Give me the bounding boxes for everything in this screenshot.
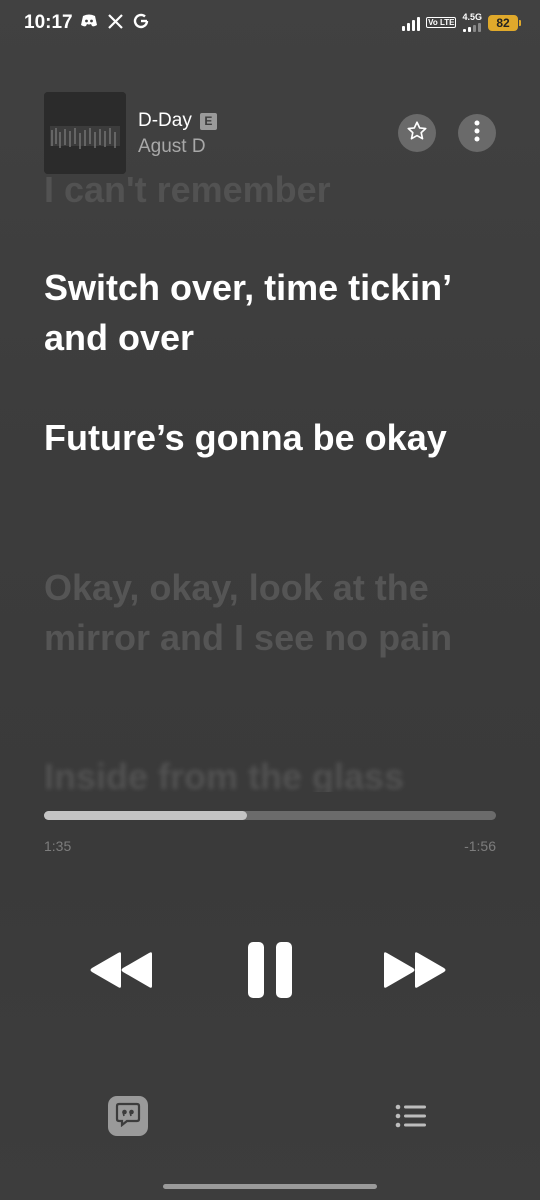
network-type: 4.5G — [462, 12, 482, 22]
google-icon — [133, 13, 149, 34]
list-icon — [394, 1104, 428, 1135]
more-options-button[interactable] — [458, 114, 496, 152]
volte-badge: Vo LTE — [426, 17, 457, 28]
status-bar: 10:17 Vo LTE 4.5G 82 — [0, 0, 540, 48]
explicit-badge: E — [199, 112, 217, 130]
album-artwork[interactable] — [44, 92, 126, 174]
lyric-upcoming[interactable]: Okay, okay, look at the mirror and I see… — [44, 563, 484, 663]
lyric-line: Okay, okay, look at the mirror and I see… — [44, 567, 453, 658]
more-vertical-icon — [474, 120, 480, 147]
notification-icons — [80, 13, 149, 34]
progress-bar[interactable] — [44, 811, 496, 820]
favorite-button[interactable] — [398, 114, 436, 152]
song-title: D-Day — [138, 110, 192, 131]
discord-icon — [80, 14, 98, 33]
queue-button[interactable] — [394, 1101, 428, 1131]
battery-level: 82 — [496, 15, 510, 30]
lyric-next-blurred[interactable]: Inside from the glass — [44, 752, 484, 792]
lyric-active-1[interactable]: Switch over, time tickin’ and over — [44, 263, 484, 363]
battery-icon: 82 — [488, 14, 521, 31]
now-playing-header: D-Day E Agust D — [44, 92, 510, 174]
lyric-previous-line[interactable]: I can't remember — [44, 168, 331, 208]
rewind-button[interactable] — [86, 948, 156, 996]
status-time: 10:17 — [24, 12, 73, 33]
fast-forward-icon — [382, 950, 448, 995]
progress-fill — [44, 811, 248, 820]
lyrics-quote-icon — [115, 1101, 141, 1132]
x-icon — [108, 13, 123, 34]
lyric-line: Switch over, time tickin’ and over — [44, 267, 451, 358]
lyric-line: Future’s gonna be okay — [44, 417, 447, 458]
time-elapsed: 1:35 — [44, 838, 72, 854]
rewind-icon — [88, 950, 154, 995]
signal-2-icon — [463, 22, 482, 32]
fast-forward-button[interactable] — [380, 948, 450, 996]
lyrics-toggle-button[interactable] — [108, 1096, 148, 1136]
star-icon — [406, 120, 428, 147]
home-indicator[interactable] — [163, 1184, 377, 1189]
lyric-active-2[interactable]: Future’s gonna be okay — [44, 413, 484, 463]
song-title-row: D-Day E — [138, 110, 217, 132]
time-remaining: -1:56 — [464, 838, 496, 854]
lyric-line: Inside from the glass — [44, 756, 405, 792]
pause-icon — [246, 941, 294, 1004]
status-right: Vo LTE 4.5G 82 — [402, 12, 521, 32]
signal-icon — [402, 15, 421, 31]
artist-name[interactable]: Agust D — [138, 136, 206, 158]
pause-button[interactable] — [240, 940, 300, 1004]
